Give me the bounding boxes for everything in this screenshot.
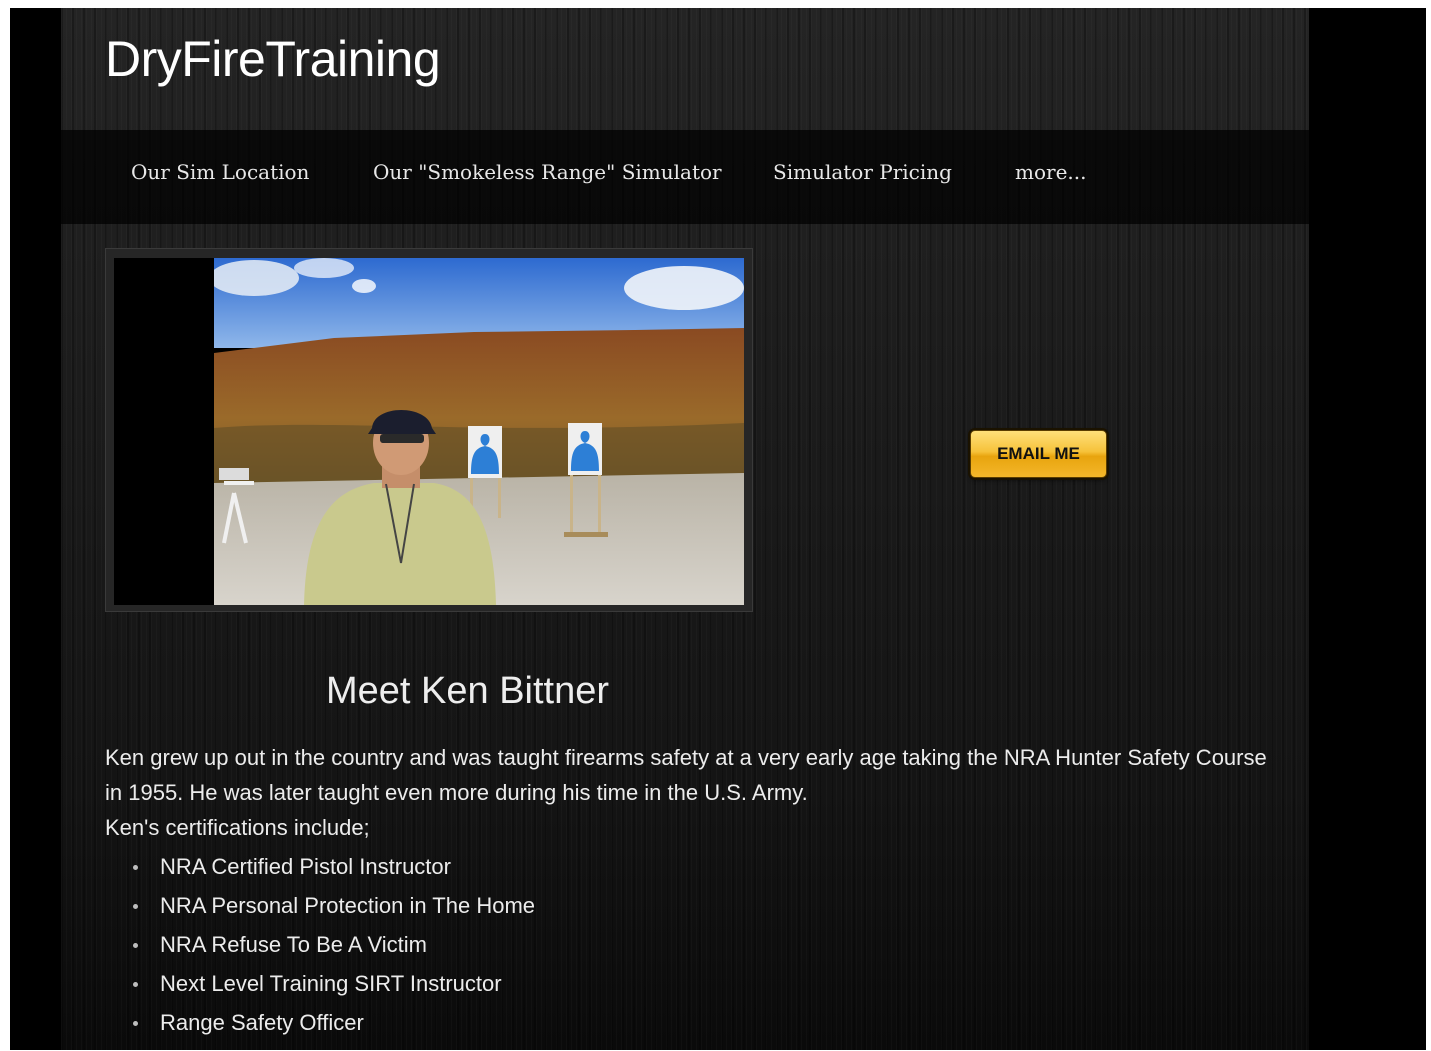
- photo-frame: [105, 248, 753, 612]
- nav-item-smokeless-range-simulator[interactable]: Our "Smokeless Range" Simulator: [373, 160, 722, 184]
- bio-text: Ken grew up out in the country and was t…: [105, 740, 1275, 845]
- list-item: Next Level Training SIRT Instructor: [133, 966, 535, 1005]
- certifications-list: NRA Certified Pistol Instructor NRA Pers…: [105, 849, 535, 1044]
- profile-heading: Meet Ken Bittner: [326, 670, 610, 712]
- main-nav: Our Sim Location Our "Smokeless Range" S…: [61, 130, 1309, 224]
- browser-viewport: DryFireTraining Our Sim Location Our "Sm…: [10, 8, 1426, 1050]
- list-item: NRA Certified Pistol Instructor: [133, 849, 535, 888]
- email-me-button[interactable]: EMAIL ME: [970, 430, 1107, 478]
- nav-item-more[interactable]: more...: [1015, 160, 1086, 184]
- bio-paragraph: Ken grew up out in the country and was t…: [105, 745, 1267, 805]
- list-item: NRA Personal Protection in The Home: [133, 888, 535, 927]
- range-photo-image: [214, 258, 744, 605]
- certifications-intro: Ken's certifications include;: [105, 815, 370, 840]
- nav-item-sim-location[interactable]: Our Sim Location: [131, 160, 309, 184]
- site-title[interactable]: DryFireTraining: [105, 30, 441, 88]
- instructor-photo: [114, 258, 744, 605]
- nav-item-simulator-pricing[interactable]: Simulator Pricing: [773, 160, 952, 184]
- list-item: NRA Refuse To Be A Victim: [133, 927, 535, 966]
- page-container: DryFireTraining Our Sim Location Our "Sm…: [61, 8, 1309, 1050]
- list-item: Range Safety Officer: [133, 1005, 535, 1044]
